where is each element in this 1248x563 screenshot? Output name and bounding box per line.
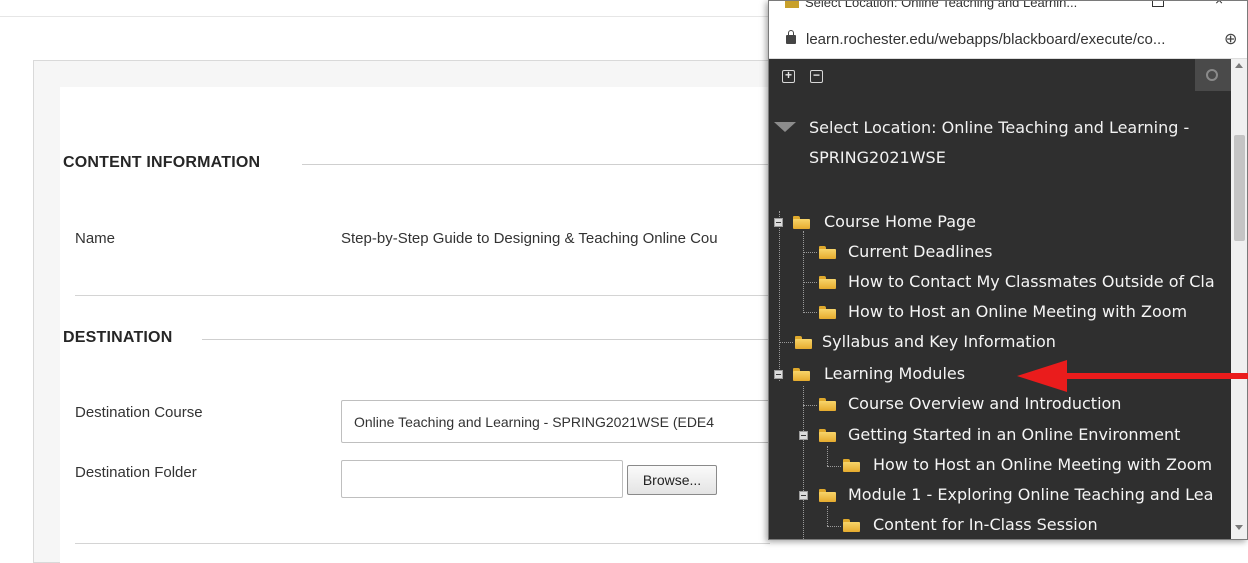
folder-icon bbox=[819, 306, 836, 319]
refresh-button[interactable] bbox=[1195, 59, 1231, 91]
red-arrow-shaft bbox=[1065, 373, 1248, 379]
tree-connector bbox=[827, 446, 828, 466]
content-information-heading: CONTENT INFORMATION bbox=[63, 154, 261, 171]
destination-rule bbox=[202, 339, 772, 340]
destination-heading: DESTINATION bbox=[63, 329, 173, 346]
scroll-up-icon[interactable] bbox=[1235, 63, 1243, 68]
tree-connector bbox=[803, 231, 804, 313]
tree-connector bbox=[803, 312, 817, 313]
tree-connector bbox=[803, 252, 817, 253]
browse-button[interactable]: Browse... bbox=[627, 465, 717, 495]
expand-all-button[interactable]: + bbox=[782, 69, 795, 83]
popup-window-title: Select Location: Online Teaching and Lea… bbox=[805, 0, 1078, 10]
select-location-line2: SPRING2021WSE bbox=[809, 148, 946, 167]
tree-connector bbox=[827, 506, 828, 526]
name-value: Step-by-Step Guide to Designing & Teachi… bbox=[341, 230, 718, 247]
refresh-icon bbox=[1206, 69, 1218, 81]
tree-item-label: Course Overview and Introduction bbox=[848, 394, 1122, 413]
tree-item-label: Learning Modules bbox=[824, 364, 966, 383]
folder-icon bbox=[793, 216, 810, 229]
folder-icon bbox=[819, 398, 836, 411]
tree-item-label: Course Home Page bbox=[824, 212, 977, 231]
content-information-rule bbox=[302, 164, 772, 165]
popup-titlebar: Select Location: Online Teaching and Lea… bbox=[769, 0, 1247, 23]
tree-item-label: Content for In-Class Session bbox=[873, 515, 1098, 534]
tree-connector bbox=[827, 466, 841, 467]
collapse-node-icon[interactable] bbox=[774, 218, 783, 227]
close-icon[interactable]: × bbox=[1215, 1, 1223, 8]
destination-course-value: Online Teaching and Learning - SPRING202… bbox=[354, 414, 715, 430]
lock-icon bbox=[786, 30, 796, 44]
folder-icon bbox=[795, 336, 812, 349]
collapse-node-icon[interactable] bbox=[774, 370, 783, 379]
address-bar[interactable]: learn.rochester.edu/webapps/blackboard/e… bbox=[769, 23, 1247, 59]
zoom-icon[interactable]: ⊕ bbox=[1224, 29, 1237, 49]
tree-item-label: Syllabus and Key Information bbox=[822, 332, 1056, 351]
tree-item-label: How to Host an Online Meeting with Zoom bbox=[848, 302, 1188, 321]
tree-connector bbox=[779, 211, 780, 381]
section-divider bbox=[75, 295, 770, 296]
tree-connector bbox=[827, 526, 841, 527]
folder-icon bbox=[819, 429, 836, 442]
collapse-node-icon[interactable] bbox=[799, 491, 808, 500]
tree-item-label: Getting Started in an Online Environment bbox=[848, 425, 1181, 444]
folder-icon bbox=[793, 368, 810, 381]
folder-icon bbox=[819, 246, 836, 259]
select-location-popup: Select Location: Online Teaching and Lea… bbox=[768, 0, 1248, 540]
popup-scrollbar[interactable] bbox=[1231, 59, 1247, 539]
destination-course-select[interactable]: Online Teaching and Learning - SPRING202… bbox=[341, 400, 781, 443]
scroll-down-icon[interactable] bbox=[1235, 525, 1243, 530]
tree-connector bbox=[803, 282, 817, 283]
destination-folder-input[interactable] bbox=[341, 460, 623, 498]
tree-item-label: How to Host an Online Meeting with Zoom bbox=[873, 455, 1213, 474]
name-label: Name bbox=[75, 230, 116, 247]
folder-icon bbox=[843, 459, 860, 472]
popup-url: learn.rochester.edu/webapps/blackboard/e… bbox=[806, 31, 1166, 48]
folder-icon bbox=[843, 519, 860, 532]
folder-icon bbox=[819, 489, 836, 502]
collapse-node-icon[interactable] bbox=[799, 431, 808, 440]
collapse-triangle-icon[interactable] bbox=[774, 122, 796, 132]
scroll-thumb[interactable] bbox=[1234, 135, 1245, 241]
folder-icon bbox=[819, 276, 836, 289]
bottom-divider bbox=[75, 543, 770, 544]
destination-course-label: Destination Course bbox=[75, 404, 203, 421]
tree-item-label: How to Contact My Classmates Outside of … bbox=[848, 272, 1215, 291]
tree-item-label: Module 1 - Exploring Online Teaching and… bbox=[848, 485, 1214, 504]
red-arrow-head bbox=[1017, 360, 1067, 392]
tree-connector bbox=[803, 405, 817, 406]
tree-item-label: Current Deadlines bbox=[848, 242, 993, 261]
app-icon bbox=[785, 1, 799, 8]
maximize-icon[interactable] bbox=[1152, 1, 1164, 7]
collapse-all-button[interactable]: − bbox=[810, 69, 823, 83]
select-location-heading: Select Location: Online Teaching and Lea… bbox=[809, 113, 1209, 173]
destination-folder-label: Destination Folder bbox=[75, 464, 197, 481]
select-location-line1: Select Location: Online Teaching and Lea… bbox=[809, 118, 1190, 137]
tree-connector bbox=[779, 342, 793, 343]
tree-connector bbox=[803, 386, 804, 539]
